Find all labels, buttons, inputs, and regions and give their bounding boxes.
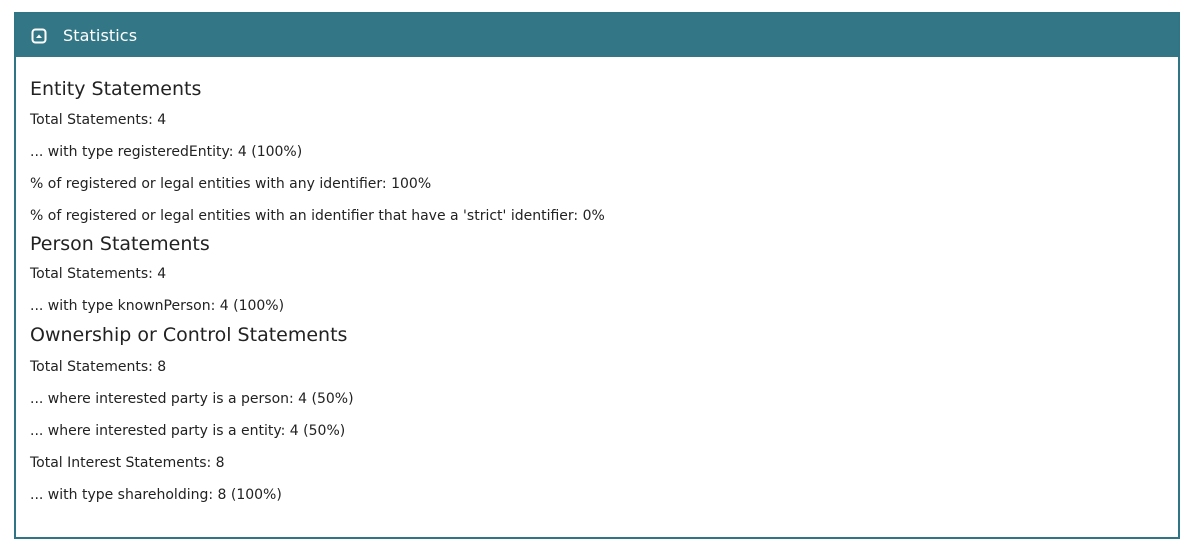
entity-statements-heading: Entity Statements <box>30 78 202 100</box>
entity-registered-entity-count: ... with type registeredEntity: 4 (100%) <box>30 144 303 160</box>
person-statements-heading: Person Statements <box>30 233 210 255</box>
ownership-total-statements: Total Statements: 8 <box>30 359 167 375</box>
statistics-panel-body: Entity Statements Total Statements: 4 ..… <box>16 57 1178 504</box>
ownership-statements-heading: Ownership or Control Statements <box>30 324 348 346</box>
collapse-up-icon[interactable] <box>31 28 47 44</box>
ownership-interested-person-count: ... where interested party is a person: … <box>30 391 354 407</box>
person-total-statements: Total Statements: 4 <box>30 266 167 282</box>
ownership-interested-entity-count: ... where interested party is a entity: … <box>30 423 346 439</box>
statistics-panel: Statistics Entity Statements Total State… <box>14 12 1180 539</box>
entity-total-statements: Total Statements: 4 <box>30 112 167 128</box>
statistics-panel-header[interactable]: Statistics <box>16 14 1178 57</box>
panel-title: Statistics <box>63 26 138 45</box>
entity-strict-identifier-percent: % of registered or legal entities with a… <box>30 208 605 224</box>
interest-shareholding-count: ... with type shareholding: 8 (100%) <box>30 487 282 503</box>
interest-total-statements: Total Interest Statements: 8 <box>30 455 225 471</box>
entity-any-identifier-percent: % of registered or legal entities with a… <box>30 176 432 192</box>
person-known-person-count: ... with type knownPerson: 4 (100%) <box>30 298 285 314</box>
